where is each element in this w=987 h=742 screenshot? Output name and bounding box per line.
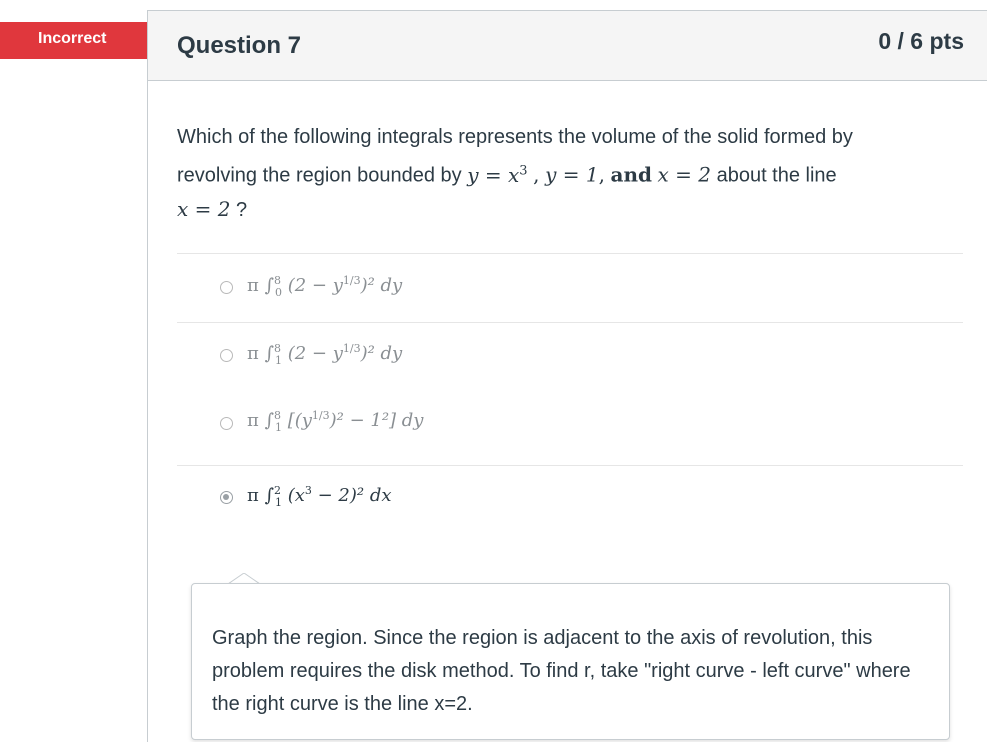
- radio-button[interactable]: [220, 417, 233, 430]
- answer-option-2[interactable]: π ∫81 (2 − y1/3)² dy: [177, 322, 963, 391]
- line-eq: x = 2: [177, 196, 231, 221]
- answer-comment-text: Graph the region. Since the region is ad…: [212, 627, 911, 715]
- answer-option-4[interactable]: π ∫21 (x3 − 2)² dx: [177, 465, 963, 534]
- question-points: 0 / 6 pts: [878, 28, 964, 54]
- answer-expression: π ∫81 [(y1/3)² − 1²] dy: [247, 409, 424, 434]
- radio-button[interactable]: [220, 281, 233, 294]
- question-header: Question 7 0 / 6 pts: [148, 11, 987, 81]
- question-card: Question 7 0 / 6 pts Which of the follow…: [147, 10, 987, 742]
- question-text: Which of the following integrals represe…: [177, 126, 853, 221]
- answer-option-3[interactable]: π ∫81 [(y1/3)² − 1²] dy: [177, 391, 963, 465]
- about-text: about the line: [716, 164, 837, 187]
- eq3: x = 2: [657, 162, 712, 187]
- answer-expression: π ∫80 (2 − y1/3)² dy: [247, 274, 403, 299]
- incorrect-label: Incorrect: [38, 30, 107, 47]
- and-word: and: [610, 162, 652, 187]
- answer-comment-box: Graph the region. Since the region is ad…: [191, 583, 950, 740]
- incorrect-flag: Incorrect: [0, 22, 168, 59]
- radio-button[interactable]: [220, 349, 233, 362]
- radio-button-selected[interactable]: [220, 491, 233, 504]
- answer-expression: π ∫21 (x3 − 2)² dx: [247, 484, 392, 509]
- answer-expression: π ∫81 (2 − y1/3)² dy: [247, 342, 403, 367]
- eq1: y = x3: [467, 162, 528, 187]
- question-title: Question 7: [177, 32, 302, 59]
- eq2: y = 1: [545, 162, 599, 187]
- question-mark: ?: [236, 198, 248, 221]
- answer-option-1[interactable]: π ∫80 (2 − y1/3)² dy: [177, 253, 963, 322]
